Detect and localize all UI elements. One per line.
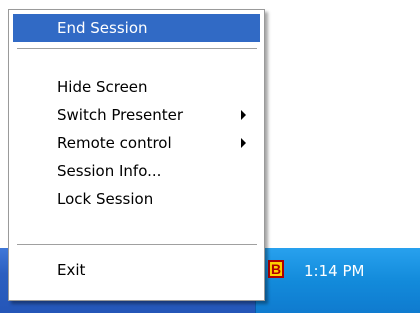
desktop-area: B 1:14 PM End Session Hide Screen Switch… bbox=[0, 0, 420, 313]
b-icon[interactable]: B bbox=[268, 260, 284, 278]
menu-item-lock-session[interactable]: Lock Session bbox=[13, 185, 260, 213]
menu-item-end-session[interactable]: End Session bbox=[13, 14, 260, 42]
submenu-arrow-icon bbox=[241, 110, 246, 120]
menu-item-label: Remote control bbox=[57, 134, 172, 152]
menu-item-remote-control[interactable]: Remote control bbox=[13, 129, 260, 157]
system-tray bbox=[255, 248, 420, 313]
menu-item-exit[interactable]: Exit bbox=[13, 256, 260, 284]
context-menu: End Session Hide Screen Switch Presenter… bbox=[8, 9, 265, 301]
menu-separator bbox=[17, 48, 257, 50]
submenu-arrow-icon bbox=[241, 138, 246, 148]
menu-separator bbox=[17, 244, 257, 246]
menu-item-label: Switch Presenter bbox=[57, 106, 184, 124]
menu-item-session-info[interactable]: Session Info... bbox=[13, 157, 260, 185]
tray-clock[interactable]: 1:14 PM bbox=[304, 262, 364, 280]
menu-item-hide-screen[interactable]: Hide Screen bbox=[13, 73, 260, 101]
menu-item-switch-presenter[interactable]: Switch Presenter bbox=[13, 101, 260, 129]
